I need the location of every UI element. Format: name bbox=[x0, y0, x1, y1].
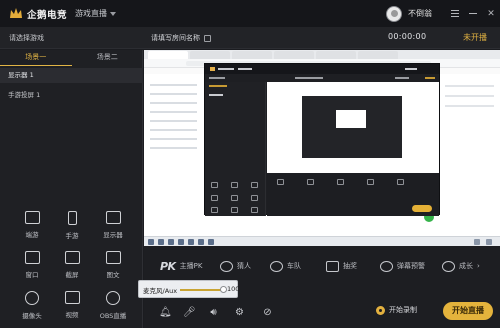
growth-icon bbox=[442, 260, 455, 272]
feature-guess[interactable]: 猜人 bbox=[220, 254, 251, 278]
mic-volume-popup: 麦克风/Aux 100 bbox=[138, 280, 240, 298]
scene-sidebar: 场景一 场景二 显示器 1 手游投屏 1 端游 手游 显示器 窗口 截屏 图文 bbox=[0, 50, 143, 328]
feature-label: 抽奖 bbox=[343, 262, 357, 270]
mic-volume-slider[interactable] bbox=[180, 289, 223, 291]
edit-icon[interactable] bbox=[204, 34, 211, 42]
crop-icon bbox=[64, 251, 80, 264]
window-icon bbox=[24, 251, 40, 264]
tool-label: 视频 bbox=[65, 311, 79, 319]
captured-page-right bbox=[441, 77, 498, 237]
mic-label: 麦克风/Aux bbox=[143, 287, 178, 295]
stream-info-bar: 请选择游戏 请填写房间名称 00:00:00 未开播 bbox=[0, 27, 500, 49]
feature-label: 猜人 bbox=[237, 262, 251, 270]
mute-icon[interactable]: ⊘ bbox=[262, 307, 273, 318]
tool-mobile-game[interactable]: 手游 bbox=[50, 206, 94, 242]
feature-label: 弹幕预警 bbox=[397, 262, 425, 270]
feature-lottery[interactable]: 抽奖 bbox=[326, 254, 357, 278]
tool-label: 手游 bbox=[65, 232, 79, 240]
source-item-mobile-cast[interactable]: 手游投屏 1 bbox=[0, 88, 143, 103]
tool-label: 显示器 bbox=[103, 231, 123, 239]
room-name-field[interactable]: 请填写房间名称 bbox=[151, 33, 211, 43]
menu-icon[interactable] bbox=[446, 0, 464, 27]
audio-controls: 🔔︎ 🎤︎ 🔊︎ ⚙ ⊘ 开始录制 开始直播 bbox=[144, 298, 500, 326]
phone-icon bbox=[67, 211, 77, 225]
tool-pc-game[interactable]: 端游 bbox=[10, 206, 54, 242]
mode-menu[interactable]: 游戏直播 bbox=[75, 8, 117, 19]
source-item-display[interactable]: 显示器 1 bbox=[0, 68, 143, 83]
tool-video[interactable]: 视频 bbox=[50, 286, 94, 322]
tool-label: 图文 bbox=[106, 271, 120, 279]
app-name: 企鹅电竞 bbox=[27, 9, 68, 21]
tool-label: 摄像头 bbox=[22, 312, 42, 320]
tool-screenshot[interactable]: 截屏 bbox=[50, 246, 94, 282]
game-select[interactable]: 请选择游戏 bbox=[9, 33, 44, 43]
tool-window[interactable]: 窗口 bbox=[10, 246, 54, 282]
record-button[interactable]: 开始录制 bbox=[376, 305, 417, 315]
live-status: 未开播 bbox=[463, 33, 487, 42]
captured-app-window bbox=[204, 63, 440, 216]
pk-icon: PK bbox=[160, 259, 176, 273]
obs-icon bbox=[106, 291, 120, 305]
start-live-button[interactable]: 开始直播 bbox=[443, 302, 493, 320]
feature-label: 成长 bbox=[459, 262, 473, 270]
video-icon bbox=[64, 291, 80, 304]
close-icon[interactable]: ✕ bbox=[482, 0, 500, 27]
feature-team[interactable]: 车队 bbox=[270, 254, 301, 278]
captured-browser-tabs bbox=[144, 50, 500, 59]
mode-menu-label: 游戏直播 bbox=[75, 9, 108, 18]
feature-label: 主播PK bbox=[179, 262, 203, 270]
live-timer: 00:00:00 bbox=[388, 32, 427, 41]
feature-growth[interactable]: 成长 › bbox=[442, 254, 480, 278]
username[interactable]: 不倒翁 bbox=[408, 8, 432, 19]
tool-label: 窗口 bbox=[25, 271, 39, 279]
tool-display[interactable]: 显示器 bbox=[91, 206, 135, 242]
tab-scene-1[interactable]: 场景一 bbox=[0, 50, 72, 66]
tool-camera[interactable]: 摄像头 bbox=[10, 286, 54, 322]
app-logo-icon bbox=[9, 7, 23, 20]
record-label: 开始录制 bbox=[389, 306, 417, 314]
mic-volume-handle[interactable] bbox=[220, 286, 227, 293]
image-icon bbox=[105, 251, 121, 264]
record-icon bbox=[376, 305, 385, 315]
scene-tabs: 场景一 场景二 bbox=[0, 50, 143, 66]
feature-bar: PK 主播PK 猜人 车队 抽奖 弹幕预警 成长 › bbox=[144, 254, 500, 278]
bell-icon[interactable]: 🔔︎ bbox=[159, 307, 172, 318]
tab-scene-2[interactable]: 场景二 bbox=[72, 50, 144, 66]
team-icon bbox=[270, 260, 283, 272]
microphone-icon[interactable]: 🎤︎ bbox=[183, 307, 196, 318]
tool-label: 端游 bbox=[25, 231, 39, 239]
lottery-icon bbox=[326, 260, 339, 272]
room-name-text: 请填写房间名称 bbox=[151, 34, 200, 42]
feature-pk[interactable]: PK 主播PK bbox=[160, 254, 202, 278]
settings-icon[interactable]: ⚙ bbox=[234, 307, 245, 318]
tool-obs[interactable]: OBS直播 bbox=[91, 286, 135, 322]
chevron-down-icon bbox=[110, 11, 117, 16]
chevron-right-icon: › bbox=[477, 262, 480, 270]
title-bar: 企鹅电竞 游戏直播 不倒翁 ✕ bbox=[0, 0, 500, 27]
danmaku-alert-icon bbox=[380, 260, 393, 272]
mic-volume-value: 100 bbox=[227, 285, 240, 293]
monitor-icon bbox=[105, 211, 121, 224]
tool-image-text[interactable]: 图文 bbox=[91, 246, 135, 282]
captured-taskbar bbox=[144, 236, 500, 246]
gamepad-icon bbox=[24, 211, 40, 224]
avatar[interactable] bbox=[386, 5, 402, 22]
feature-danmaku-alert[interactable]: 弹幕预警 bbox=[380, 254, 425, 278]
tool-label: 截屏 bbox=[65, 271, 79, 279]
tool-label: OBS直播 bbox=[99, 312, 127, 320]
camera-icon bbox=[25, 291, 39, 305]
minimize-icon[interactable] bbox=[464, 0, 482, 27]
feature-label: 车队 bbox=[287, 262, 301, 270]
captured-page-left bbox=[146, 77, 201, 237]
stream-preview[interactable] bbox=[144, 50, 500, 246]
speaker-icon[interactable]: 🔊︎ bbox=[208, 307, 219, 318]
guess-icon bbox=[220, 260, 233, 272]
